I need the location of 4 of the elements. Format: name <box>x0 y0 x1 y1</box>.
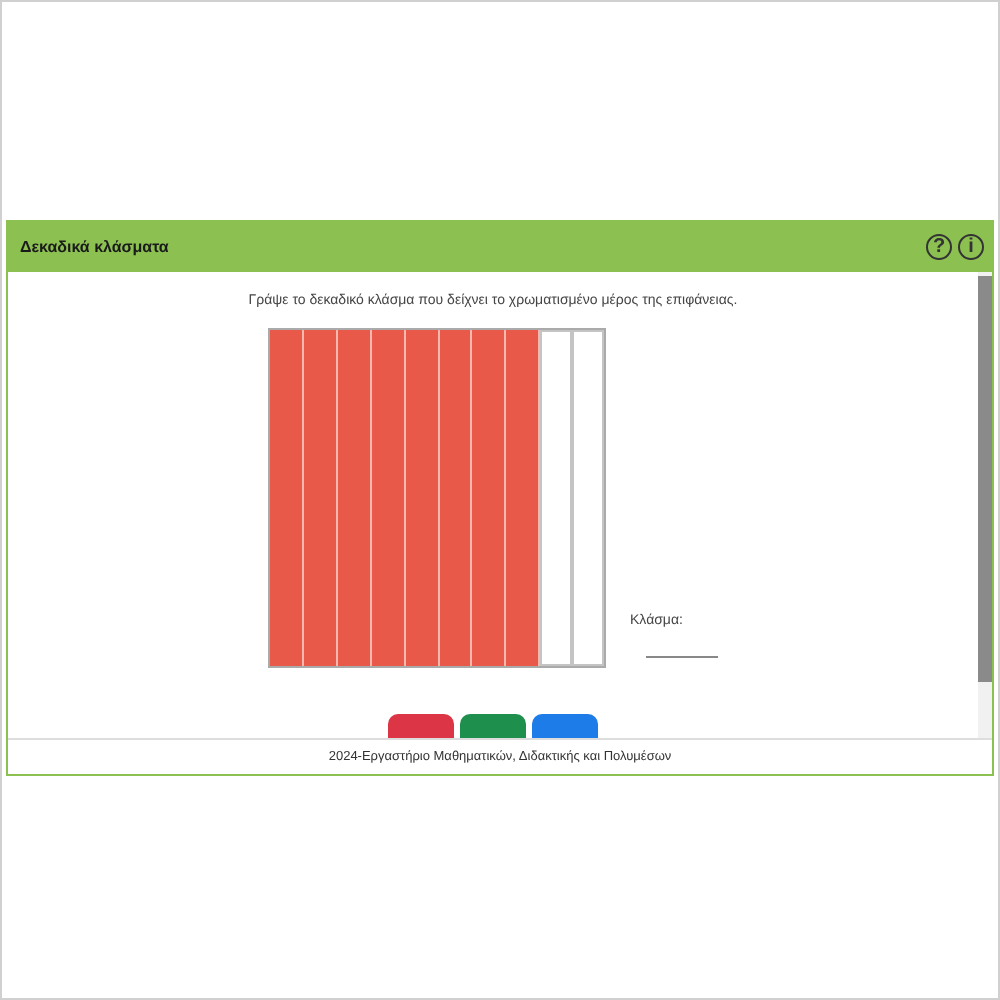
scrollbar[interactable] <box>978 272 992 738</box>
info-icon[interactable]: i <box>958 234 984 260</box>
help-icon[interactable]: ? <box>926 234 952 260</box>
window-title: Δεκαδικά κλάσματα <box>20 238 169 256</box>
